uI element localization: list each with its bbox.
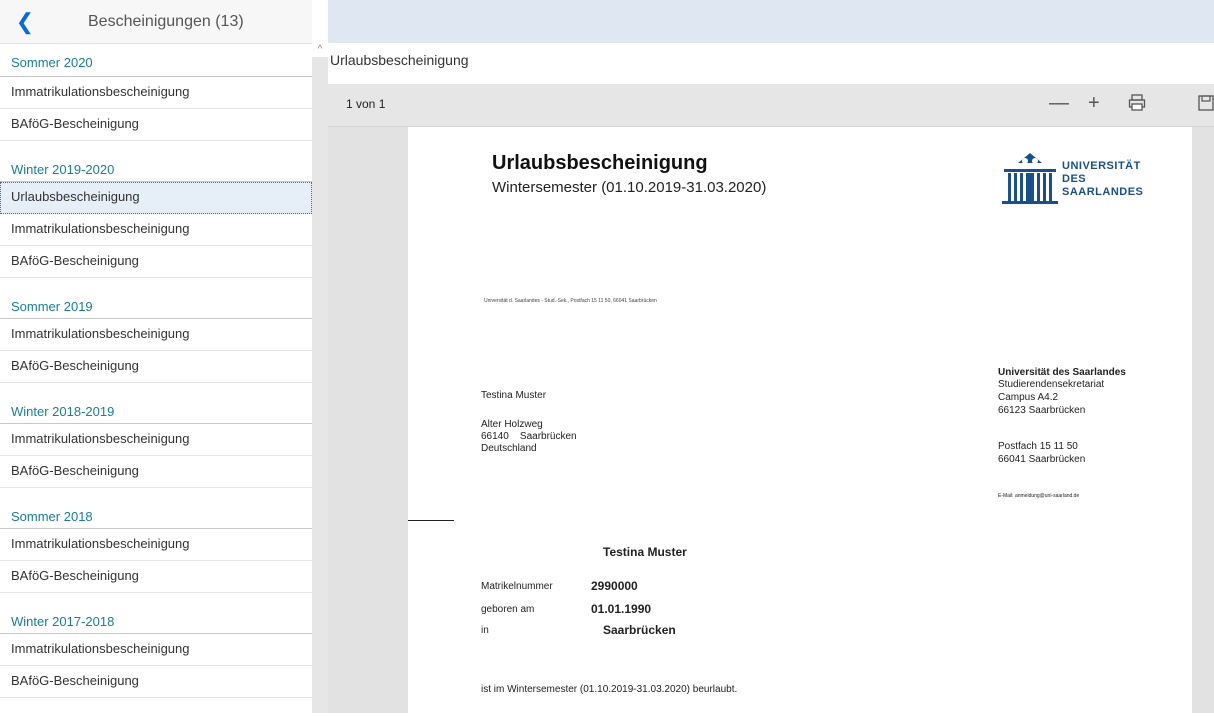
group-heading-winter-2017-2018: Winter 2017-2018 xyxy=(0,593,312,634)
list-item[interactable]: BAföG-Bescheinigung xyxy=(0,666,312,698)
label-in: in xyxy=(481,625,489,636)
matrikel-value: 2990000 xyxy=(591,579,638,593)
list-item[interactable]: BAföG-Bescheinigung xyxy=(0,246,312,278)
document-title: Urlaubsbescheinigung xyxy=(330,52,469,68)
sender-line: Universität d. Saarlandes - Stud.-Sek., … xyxy=(484,298,657,304)
back-arrow-icon[interactable]: ❮ xyxy=(0,0,50,43)
save-icon[interactable] xyxy=(1198,94,1214,118)
student-name: Testina Muster xyxy=(603,545,687,559)
list-item[interactable]: Immatrikulationsbescheinigung xyxy=(0,424,312,456)
group-heading-sommer-2020: Sommer 2020 xyxy=(0,44,312,77)
recipient-city: 66140 Saarbrücken xyxy=(481,431,577,442)
statement-text: ist im Wintersemester (01.10.2019-31.03.… xyxy=(481,684,738,695)
list-item[interactable]: Immatrikulationsbescheinigung xyxy=(0,77,312,109)
list-item-selected[interactable]: Urlaubsbescheinigung xyxy=(0,182,312,214)
list-item[interactable]: Immatrikulationsbescheinigung xyxy=(0,634,312,666)
uni-dept: Studierendensekretariat xyxy=(998,379,1105,390)
list-item[interactable]: BAföG-Bescheinigung xyxy=(0,109,312,141)
zoom-out-icon[interactable]: — xyxy=(1049,92,1069,115)
list-item[interactable]: Immatrikulationsbescheinigung xyxy=(0,319,312,351)
sidebar-scrollbar[interactable] xyxy=(312,43,328,713)
scroll-up-icon[interactable]: ^ xyxy=(312,43,328,57)
zoom-in-icon[interactable]: + xyxy=(1088,92,1100,115)
doc-subheading: Wintersemester (01.10.2019-31.03.2020) xyxy=(492,179,767,196)
uni-city: 66123 Saarbrücken xyxy=(998,405,1086,416)
list-item[interactable]: BAföG-Bescheinigung xyxy=(0,456,312,488)
page-count: 1 von 1 xyxy=(346,97,386,111)
sidebar-header: ❮ Bescheinigungen (13) xyxy=(0,0,312,44)
list-item[interactable]: Immatrikulationsbescheinigung xyxy=(0,214,312,246)
list-item[interactable]: Immatrikulationsbescheinigung xyxy=(0,529,312,561)
recipient-country: Deutschland xyxy=(481,443,537,454)
doc-heading: Urlaubsbescheinigung xyxy=(492,152,708,174)
born-value: 01.01.1990 xyxy=(591,602,652,616)
uni-postfach: Postfach 15 11 50 xyxy=(998,441,1078,452)
group-heading-winter-2018-2019: Winter 2018-2019 xyxy=(0,383,312,424)
group-heading-sommer-2019: Sommer 2019 xyxy=(0,278,312,319)
list-item[interactable]: BAföG-Bescheinigung xyxy=(0,351,312,383)
group-heading-winter-2019-2020: Winter 2019-2020 xyxy=(0,141,312,182)
label-born: geboren am xyxy=(481,604,535,615)
recipient-street: Alter Holzweg xyxy=(481,419,543,430)
top-bar xyxy=(328,0,1214,43)
pdf-viewer: 1 von 1 — + Urlaubsbescheinigung Winters… xyxy=(328,84,1214,717)
fold-mark xyxy=(408,520,454,521)
recipient-name: Testina Muster xyxy=(481,390,547,401)
sidebar: ❮ Bescheinigungen (13) Sommer 2020 Immat… xyxy=(0,0,312,713)
uni-email: E-Mail: anmeldung@uni-saarland.de xyxy=(998,493,1080,499)
print-icon[interactable] xyxy=(1128,94,1146,118)
sidebar-title: Bescheinigungen (13) xyxy=(88,12,244,30)
viewer-toolbar: 1 von 1 — + xyxy=(328,84,1214,127)
label-matrikel: Matrikelnummer xyxy=(481,581,553,592)
uni-campus: Campus A4.2 xyxy=(998,392,1059,403)
logo-lettering: UNIVERSITÄT DES SAARLANDES xyxy=(1062,160,1144,198)
uni-postcity: 66041 Saarbrücken xyxy=(998,454,1086,465)
birthplace-value: Saarbrücken xyxy=(603,623,676,637)
list-item[interactable]: BAföG-Bescheinigung xyxy=(0,561,312,593)
group-heading-sommer-2018: Sommer 2018 xyxy=(0,488,312,529)
uni-name: Universität des Saarlandes xyxy=(998,367,1126,378)
document-page: Urlaubsbescheinigung Wintersemester (01.… xyxy=(408,127,1192,717)
